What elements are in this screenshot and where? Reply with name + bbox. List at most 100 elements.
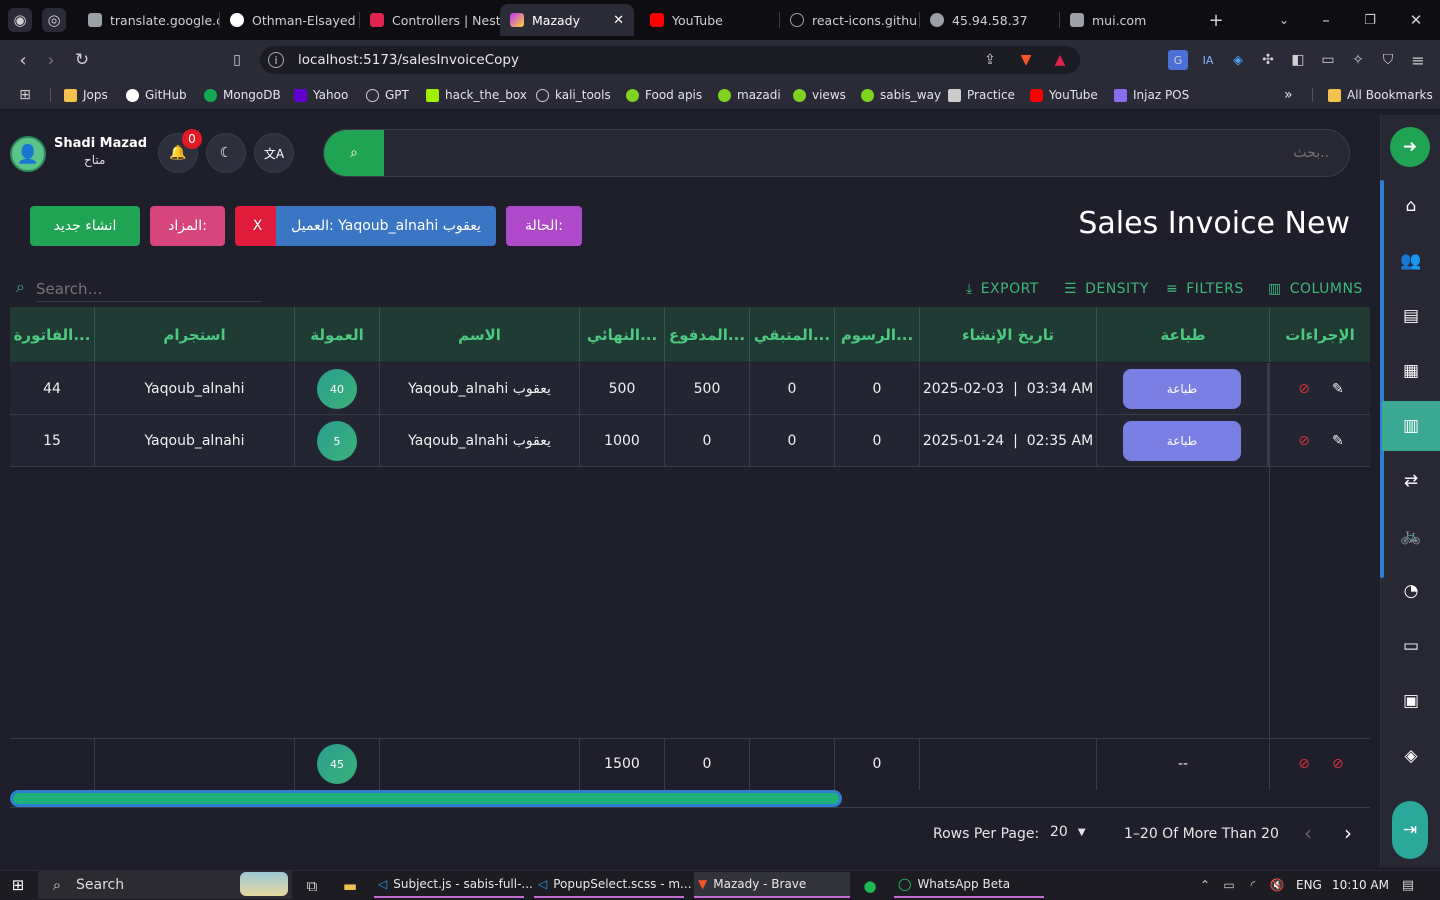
rows-per-page-select[interactable]: 20 ▼ [1050, 824, 1086, 840]
bookmark-jops[interactable]: Jops [64, 86, 108, 104]
auction-filter-chip[interactable]: المزاد: [150, 206, 225, 246]
reload-icon[interactable]: ↻ [70, 48, 94, 72]
column-header-invoice[interactable]: الفاتورة... [10, 307, 95, 362]
bookmark-sabis-way[interactable]: sabis_way [861, 86, 941, 104]
brave-rewards-icon[interactable]: ▲ [1050, 50, 1070, 70]
cancel-icon[interactable]: ⊘ [1298, 433, 1310, 449]
taskbar-app-vscode-subject[interactable]: ◁ Subject.js - sabis-full-... [374, 872, 533, 898]
theme-toggle-button[interactable]: ☾ [206, 133, 246, 173]
vpn-shield-icon[interactable]: ⛉ [1378, 50, 1398, 70]
leo-ai-icon[interactable]: ✧ [1348, 50, 1368, 70]
tab-search-icon[interactable]: ◎ [42, 8, 66, 32]
tab-github[interactable]: Othman-Elsayed [220, 4, 360, 36]
bookmark-youtube[interactable]: YouTube [1030, 86, 1098, 104]
ia-extension-icon[interactable]: IA [1198, 50, 1218, 70]
grid-search-input[interactable] [36, 276, 262, 302]
brave-shields-icon[interactable]: ▼ [1016, 50, 1036, 70]
clock[interactable]: 10:10 AM [1332, 878, 1389, 892]
tab-react-icons[interactable]: react-icons.githu [780, 4, 920, 36]
sidebar-item-sales-invoice[interactable]: ▥ [1382, 401, 1440, 451]
bookmark-practice[interactable]: Practice [948, 86, 1015, 104]
spotify-icon[interactable]: ● [860, 876, 880, 896]
language-button[interactable]: 文A [254, 133, 294, 173]
wallet-icon[interactable]: ▭ [1318, 50, 1338, 70]
file-explorer-icon[interactable]: ▬ [340, 876, 360, 896]
column-header-actions[interactable]: الإجراءات [1270, 307, 1370, 362]
new-tab-icon[interactable]: + [1204, 8, 1228, 32]
search-button[interactable]: ⌕ [324, 130, 384, 176]
sidebar-item-users[interactable]: 👥 [1390, 240, 1432, 282]
volume-muted-icon[interactable]: 🔇 [1268, 876, 1286, 894]
sidebar-item-transfers[interactable]: ⇄ [1390, 460, 1432, 502]
site-info-icon[interactable]: i [268, 52, 284, 68]
battery-icon[interactable]: ▭ [1220, 876, 1238, 894]
tab-translate[interactable]: translate.google.c [78, 4, 220, 36]
sidebar-item-cash[interactable]: ▣ [1390, 680, 1432, 722]
customer-filter-chip[interactable]: العميل: Yaqoub_alnahi يعقوب [276, 206, 496, 246]
previous-page-icon[interactable]: ‹ [1298, 821, 1318, 845]
bookmark-views[interactable]: views [793, 86, 846, 104]
taskbar-app-whatsapp[interactable]: ◯ WhatsApp Beta [894, 872, 1044, 898]
translate-extension-icon[interactable]: G [1168, 50, 1188, 70]
cancel-icon[interactable]: ⊘ [1298, 381, 1310, 397]
language-indicator[interactable]: ENG [1296, 878, 1322, 892]
all-bookmarks[interactable]: All Bookmarks [1328, 86, 1433, 104]
sidebar-item-invoices[interactable]: ▦ [1390, 350, 1432, 392]
bookmark-mongodb[interactable]: MongoDB [204, 86, 281, 104]
clear-customer-filter-button[interactable]: X [235, 206, 280, 246]
tab-youtube[interactable]: YouTube [640, 4, 780, 36]
sidebar-toggle-icon[interactable]: ◧ [1288, 50, 1308, 70]
bookmark-gpt[interactable]: GPT [366, 86, 409, 104]
extensions-icon[interactable]: ✣ [1258, 50, 1278, 70]
search-input[interactable] [390, 136, 1335, 170]
taskbar-app-vscode-popup[interactable]: ◁ PopupSelect.scss - m... [534, 872, 692, 898]
column-header-remaining[interactable]: المتبقي... [750, 307, 835, 362]
tab-ip[interactable]: 45.94.58.37 [920, 4, 1060, 36]
density-button[interactable]: ☰ DENSITY [1064, 280, 1149, 298]
bookmark-mazadi[interactable]: mazadi [718, 86, 781, 104]
columns-button[interactable]: ▥ COLUMNS [1268, 280, 1363, 298]
status-filter-chip[interactable]: الحالة: [506, 206, 582, 246]
column-header-commission[interactable]: العمولة [295, 307, 380, 362]
vpn-extension-icon[interactable]: ◈ [1228, 50, 1248, 70]
maximize-icon[interactable]: ❐ [1358, 8, 1382, 32]
column-header-final[interactable]: النهائي... [580, 307, 665, 362]
task-view-icon[interactable]: ⧉ [302, 876, 322, 896]
bookmark-kali-tools[interactable]: kali_tools [536, 86, 611, 104]
column-header-user[interactable]: استجرام [95, 307, 295, 362]
sidebar-item-layers[interactable]: ◈ [1390, 735, 1432, 777]
sidebar-expand-button[interactable]: ➜ [1390, 127, 1430, 167]
minimize-icon[interactable]: – [1314, 8, 1338, 32]
sidebar-item-home[interactable]: ⌂ [1390, 185, 1432, 227]
print-button[interactable]: طباعة [1123, 369, 1241, 409]
sidebar-item-delivery[interactable]: 🚲 [1390, 515, 1432, 557]
edit-icon[interactable]: ✎ [1332, 433, 1344, 449]
bookmark-icon[interactable]: ▯ [226, 48, 248, 72]
bookmark-food-apis[interactable]: Food apis [626, 86, 702, 104]
avatar[interactable]: 👤 [10, 136, 46, 172]
sidebar-item-reports[interactable]: ◔ [1390, 570, 1432, 612]
bookmark-injaz-pos[interactable]: Injaz POS [1114, 86, 1189, 104]
tab-mazady[interactable]: Mazady ✕ [500, 4, 634, 36]
next-page-icon[interactable]: › [1338, 821, 1358, 845]
edit-icon[interactable]: ✎ [1332, 381, 1344, 397]
bookmark-yahoo[interactable]: Yahoo [294, 86, 348, 104]
logout-button[interactable]: ⇥ [1392, 801, 1428, 859]
column-header-name[interactable]: الاسم [380, 307, 580, 362]
sidebar-item-payments[interactable]: ▭ [1390, 625, 1432, 667]
close-tab-icon[interactable]: ✕ [613, 13, 624, 28]
horizontal-scrollbar[interactable] [10, 790, 842, 807]
tab-mui[interactable]: mui.com [1060, 4, 1190, 36]
apps-grid-icon[interactable]: ⊞ [16, 86, 34, 104]
notifications-center-icon[interactable]: ▤ [1398, 876, 1418, 894]
share-icon[interactable]: ⇪ [980, 50, 1000, 70]
tab-list-icon[interactable]: ⌄ [1272, 8, 1296, 32]
close-window-icon[interactable]: ✕ [1404, 8, 1428, 32]
more-bookmarks-button[interactable]: » [1284, 86, 1293, 104]
windows-start-icon[interactable]: ⊞ [8, 875, 28, 895]
column-header-fees[interactable]: الرسوم... [835, 307, 920, 362]
sidebar-scrollbar[interactable] [1380, 180, 1384, 578]
back-icon[interactable]: ‹ [12, 48, 34, 72]
column-header-created-at[interactable]: تاريخ الإنشاء [920, 307, 1097, 362]
bookmark-github[interactable]: GitHub [126, 86, 187, 104]
